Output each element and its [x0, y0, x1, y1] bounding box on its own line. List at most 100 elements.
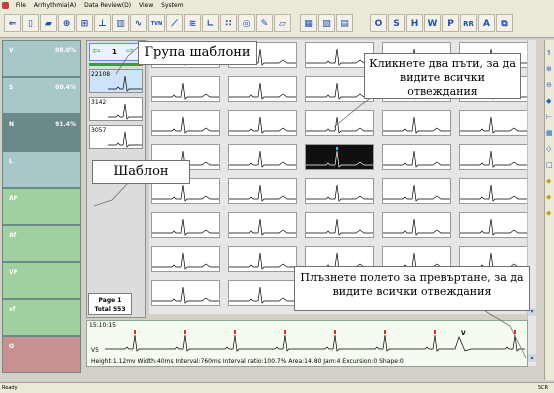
- beat-cell[interactable]: [305, 144, 374, 170]
- beat-cell[interactable]: [228, 280, 297, 306]
- beat-cell[interactable]: [459, 144, 528, 170]
- beat-waveform: [229, 150, 296, 168]
- axis-icon[interactable]: ⊥: [94, 14, 111, 32]
- category-l[interactable]: L: [2, 151, 81, 188]
- category-s[interactable]: S 00.4%: [2, 77, 81, 114]
- flag-icon[interactable]: ◆: [546, 210, 554, 217]
- edit-icon[interactable]: ✎: [256, 14, 273, 32]
- menu-view[interactable]: View: [136, 0, 156, 11]
- strip-scroll-up-icon[interactable]: ▴: [528, 354, 536, 362]
- beat-marker: [336, 147, 338, 150]
- beat-cell[interactable]: [459, 212, 528, 238]
- beat-waveform: [306, 147, 373, 168]
- points-icon[interactable]: ∷: [220, 14, 237, 32]
- filter-s-button[interactable]: S: [388, 14, 405, 32]
- beat-cell[interactable]: [305, 110, 374, 136]
- wave-tool-icon[interactable]: ⟋: [166, 14, 183, 32]
- category-v[interactable]: V 08.0%: [2, 40, 81, 77]
- beat-cell[interactable]: [305, 178, 374, 204]
- category-n[interactable]: N 91.4%: [2, 114, 81, 151]
- up-icon[interactable]: ⇑: [546, 50, 554, 57]
- beat-cell[interactable]: [228, 178, 297, 204]
- image-icon[interactable]: ▨: [318, 14, 335, 32]
- beat-cell[interactable]: [305, 212, 374, 238]
- beat-cell[interactable]: [151, 76, 220, 102]
- beat-cell[interactable]: [151, 246, 220, 272]
- beat-cell[interactable]: [228, 76, 297, 102]
- grid-scrollbar[interactable]: ▾ ▴: [527, 40, 536, 366]
- zoom-out-icon[interactable]: ⊖: [546, 82, 554, 89]
- prev-arrow-icon[interactable]: ⇦: [92, 46, 100, 57]
- category-name: N: [9, 121, 15, 128]
- menu-data-review[interactable]: Data Review(D): [81, 0, 134, 11]
- zoom-in-icon[interactable]: ⊕: [546, 66, 554, 73]
- menu-file[interactable]: File: [13, 0, 29, 11]
- bar-chart-icon[interactable]: ▥: [112, 14, 129, 32]
- filter-p-button[interactable]: P: [442, 14, 459, 32]
- new-file-icon[interactable]: ▯: [22, 14, 39, 32]
- beat-cell[interactable]: [228, 212, 297, 238]
- beat-cell[interactable]: [382, 178, 451, 204]
- back-icon[interactable]: ⇐: [4, 14, 21, 32]
- chart-icon[interactable]: ▤: [336, 14, 353, 32]
- beat-cell[interactable]: [151, 212, 220, 238]
- eraser-icon[interactable]: ▱: [274, 14, 291, 32]
- next-arrow-icon[interactable]: ⇨: [126, 46, 134, 57]
- lead-icon[interactable]: ∟: [202, 14, 219, 32]
- filter-h-button[interactable]: H: [406, 14, 423, 32]
- beat-waveform: [460, 150, 527, 168]
- frame-icon[interactable]: □: [546, 162, 554, 169]
- beat-waveform: [460, 184, 527, 202]
- measure-icon[interactable]: ≋: [184, 14, 201, 32]
- grid-toggle-icon[interactable]: ▦: [546, 130, 554, 137]
- strip-beat-markers: [134, 330, 516, 334]
- beat-cell[interactable]: [382, 110, 451, 136]
- marker-icon[interactable]: ◆: [546, 98, 554, 105]
- open-folder-icon[interactable]: ▰: [40, 14, 57, 32]
- beat-cell[interactable]: [382, 144, 451, 170]
- category-percent: 00.4%: [55, 84, 76, 91]
- menu-arrhythmia[interactable]: Arrhythmia(A): [31, 0, 79, 11]
- copy-icon[interactable]: ⧉: [496, 14, 513, 32]
- beat-waveform: [306, 218, 373, 236]
- template-progress: [89, 63, 143, 66]
- tvn-button[interactable]: TVN: [148, 14, 165, 32]
- category-percent: 08.0%: [55, 47, 76, 54]
- ruler-icon[interactable]: ⊢: [546, 114, 554, 121]
- callout-template-group: Група шаблони: [138, 41, 257, 65]
- template-item[interactable]: 22108: [89, 69, 143, 93]
- template-item[interactable]: 3057: [89, 125, 143, 149]
- category-o[interactable]: O: [2, 336, 81, 373]
- tag-icon[interactable]: ◆: [546, 178, 554, 185]
- bookmark-icon[interactable]: ◆: [546, 194, 554, 201]
- filter-rr-button[interactable]: RR: [460, 14, 477, 32]
- filter-o-button[interactable]: O: [370, 14, 387, 32]
- template-page-number: 1: [112, 48, 117, 56]
- category-vf-lower[interactable]: vf: [2, 299, 81, 336]
- beat-cell[interactable]: [228, 144, 297, 170]
- grid-icon[interactable]: ⊞: [76, 14, 93, 32]
- beat-cell[interactable]: [151, 110, 220, 136]
- menu-system[interactable]: System: [158, 0, 186, 11]
- ecg-icon[interactable]: ∿: [130, 14, 147, 32]
- filter-w-button[interactable]: W: [424, 14, 441, 32]
- beat-cell[interactable]: [459, 110, 528, 136]
- category-af-lower[interactable]: Af: [2, 225, 81, 262]
- target-icon[interactable]: ◎: [238, 14, 255, 32]
- beat-cell[interactable]: [382, 212, 451, 238]
- beat-cell[interactable]: [228, 110, 297, 136]
- status-text: Ready: [2, 385, 18, 391]
- filter-a-button[interactable]: A: [478, 14, 495, 32]
- beat-marker: [434, 330, 436, 334]
- category-vf[interactable]: VF: [2, 262, 81, 299]
- zoom-icon[interactable]: ⊕: [58, 14, 75, 32]
- rhythm-strip[interactable]: 15:10:15 V5 V Height:1.12mv Width:40ms I…: [86, 320, 528, 367]
- category-af[interactable]: AF: [2, 188, 81, 225]
- beat-cell[interactable]: [228, 246, 297, 272]
- beat-cell[interactable]: [151, 280, 220, 306]
- select-icon[interactable]: ◇: [546, 146, 554, 153]
- beat-cell[interactable]: [459, 178, 528, 204]
- layout-icon[interactable]: ▦: [300, 14, 317, 32]
- beat-waveform: [460, 116, 527, 134]
- template-item[interactable]: 3142: [89, 97, 143, 121]
